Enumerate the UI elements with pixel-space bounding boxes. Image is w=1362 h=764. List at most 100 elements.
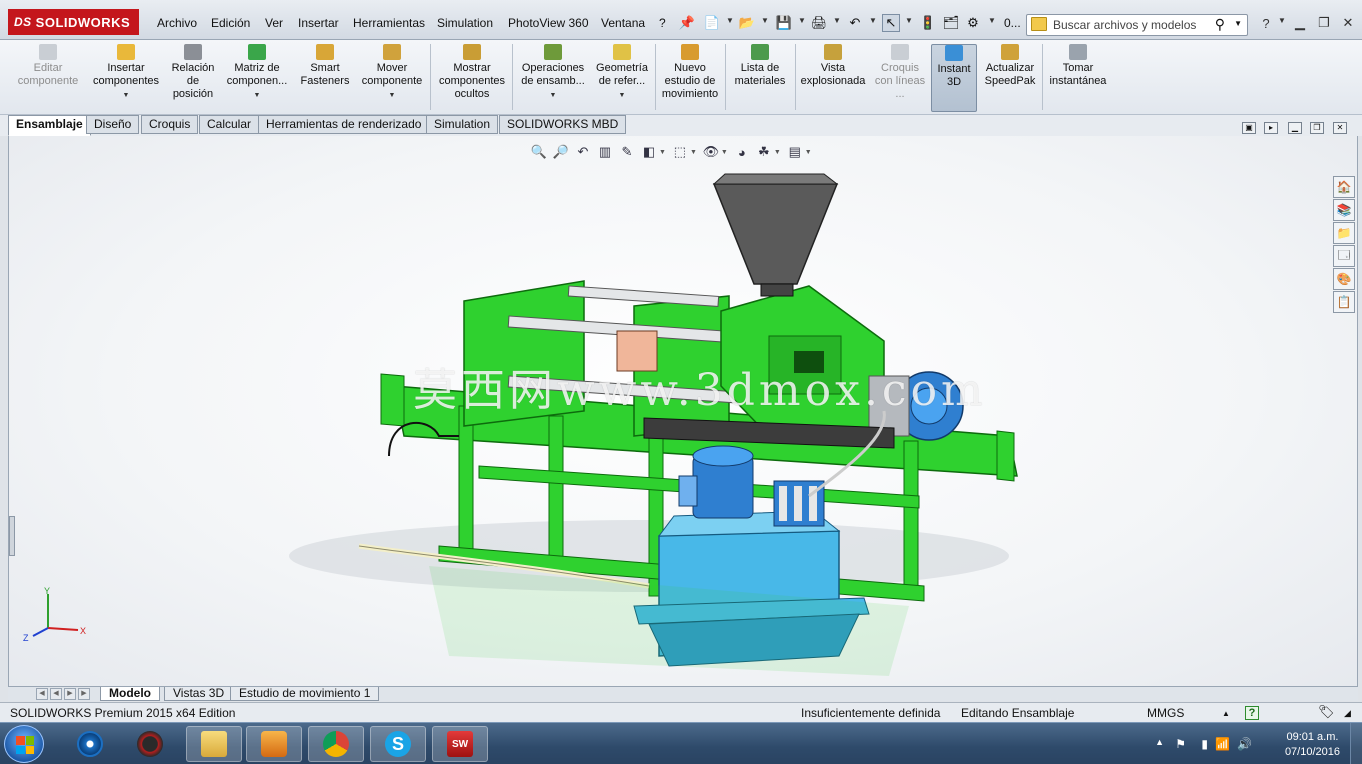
network-warning-icon[interactable]: ⚑ [1175,737,1186,751]
view-settings-icon[interactable]: ▤ [787,144,803,160]
options-icon[interactable]: ⚙ [964,14,982,32]
tab-calcular[interactable]: Calcular [199,115,260,134]
tab-modelo[interactable]: Modelo [100,687,160,701]
print-caret[interactable]: ▼ [833,16,841,25]
tab-simulation[interactable]: Simulation [426,115,499,134]
open-folder-icon[interactable]: 📂 [738,14,756,32]
menu-archivo[interactable]: Archivo [157,16,197,34]
tab-croquis[interactable]: Croquis [141,115,199,134]
new-document-icon[interactable]: 📄 [703,14,721,32]
injection-machine-model[interactable] [9,136,1358,686]
units-caret[interactable]: ▲ [1222,709,1230,718]
taskbar-ccleaner[interactable] [62,726,118,762]
featuremanager-expand-handle[interactable] [9,516,15,556]
menu-ventana[interactable]: Ventana [601,16,645,34]
reference-geometry-caret[interactable]: ▼ [619,89,626,102]
view-palette-icon[interactable]: 🗔 [1333,245,1355,267]
first-tab-arrow-icon[interactable]: ◀ [36,688,48,700]
wifi-signal-icon[interactable]: 📶 [1215,737,1230,751]
view-orientation-icon[interactable]: ◧ [641,144,657,160]
menu-simulation[interactable]: Simulation [437,16,493,34]
doc-minimize-icon[interactable]: ▁ [1288,122,1302,134]
zoom-to-area-icon[interactable]: 🔎 [553,144,569,160]
tile-view-icon[interactable]: ▣ [1242,122,1256,134]
instant-3d-button[interactable]: Instant 3D [931,44,977,112]
taskbar-chrome[interactable] [308,726,364,762]
tab-vistas-3d[interactable]: Vistas 3D [164,687,234,701]
tab-diseno[interactable]: Diseño [86,115,140,134]
edit-appearance-icon[interactable]: ◕ [734,144,750,160]
minimize-icon[interactable]: ▁ [1290,14,1310,32]
exploded-view-button[interactable]: Vista explosionada [797,44,869,112]
help-caret[interactable]: ▼ [1278,16,1286,25]
menu-insertar[interactable]: Insertar [298,16,339,34]
component-pattern-caret[interactable]: ▼ [254,89,261,102]
view-orientation-caret[interactable]: ▼ [659,149,666,156]
undo-caret[interactable]: ▼ [869,16,877,25]
print-icon[interactable]: 🖨 [810,14,828,32]
file-properties-icon[interactable]: 🗂 [942,14,960,32]
assembly-features-caret[interactable]: ▼ [550,89,557,102]
doc-restore-icon[interactable]: ❐ [1310,122,1324,134]
bill-of-materials-button[interactable]: Lista de materiales [728,44,792,112]
tab-solidworks-mbd[interactable]: SOLIDWORKS MBD [499,115,627,134]
taskbar-solidworks[interactable]: SW [432,726,488,762]
custom-properties-icon[interactable]: 📋 [1333,291,1355,313]
menu-photoview[interactable]: PhotoView 360 [508,16,589,34]
apply-scene-icon[interactable]: ☘ [756,144,772,160]
smart-fasteners-button[interactable]: Smart Fasteners [296,44,354,112]
update-speedpak-button[interactable]: Actualizar SpeedPak [980,44,1040,112]
doc-close-icon[interactable]: ✕ [1333,122,1347,134]
menu-help[interactable]: ? [659,16,666,34]
apply-scene-caret[interactable]: ▼ [774,149,781,156]
design-library-icon[interactable]: 📚 [1333,199,1355,221]
select-pointer-icon[interactable]: ↖ [882,14,900,32]
display-style-icon[interactable]: ⬚ [672,144,688,160]
customize-status-icon[interactable]: 🏷 [1318,704,1335,720]
graphics-area[interactable]: 莫西网www.3dmox.com 🔍 🔎 ↶ ▥ ✎ ◧ ▼ ⬚ ▼ 👁 ▼ ◕… [8,136,1358,686]
close-icon[interactable]: ✕ [1338,14,1358,32]
restore-icon[interactable]: ❐ [1314,14,1334,32]
options-caret[interactable]: ▼ [988,16,996,25]
section-view-icon[interactable]: ▥ [597,144,613,160]
battery-icon[interactable]: ▮ [1201,737,1208,751]
component-pattern-button[interactable]: Matriz de componen... ▼ [222,44,292,112]
next-tab-arrow-icon[interactable]: ▶ [64,688,76,700]
tab-ensamblaje[interactable]: Ensamblaje [8,115,91,136]
search-options-caret[interactable]: ▼ [1234,19,1242,28]
quick-access-overflow[interactable]: 0... [1004,16,1021,34]
file-explorer-icon[interactable]: 📁 [1333,222,1355,244]
dynamic-annotation-icon[interactable]: ✎ [619,144,635,160]
pin-icon[interactable]: 📌 [678,14,696,32]
rebuild-traffic-light-icon[interactable]: 🚦 [919,14,937,32]
menu-ver[interactable]: Ver [265,16,283,34]
start-button[interactable] [4,725,44,763]
insert-components-caret[interactable]: ▼ [123,89,130,102]
save-icon[interactable]: 💾 [775,14,793,32]
tab-herramientas-renderizado[interactable]: Herramientas de renderizado [258,115,430,134]
show-hidden-components-button[interactable]: Mostrar componentes ocultos [434,44,510,112]
taskbar-cad-app[interactable] [122,726,178,762]
hide-show-caret[interactable]: ▼ [721,149,728,156]
last-tab-arrow-icon[interactable]: ▶ [78,688,90,700]
taskbar-media-player[interactable] [246,726,302,762]
show-hidden-icons-icon[interactable]: ▲ [1155,737,1164,747]
display-style-caret[interactable]: ▼ [690,149,697,156]
take-snapshot-button[interactable]: Tomar instantánea [1045,44,1111,112]
hide-show-items-icon[interactable]: 👁 [703,144,720,160]
assembly-features-button[interactable]: Operaciones de ensamb... ▼ [516,44,590,112]
save-caret[interactable]: ▼ [798,16,806,25]
undo-icon[interactable]: ↶ [846,14,864,32]
move-component-button[interactable]: Mover componente ▼ [356,44,428,112]
open-caret[interactable]: ▼ [761,16,769,25]
tab-estudio-movimiento[interactable]: Estudio de movimiento 1 [230,687,380,701]
prev-tab-arrow-icon[interactable]: ◀ [50,688,62,700]
move-component-caret[interactable]: ▼ [389,89,396,102]
quick-tips-help-icon[interactable]: ? [1245,706,1259,720]
show-desktop-button[interactable] [1350,723,1362,764]
explode-line-sketch-button[interactable]: Croquis con líneas ... [872,44,928,112]
reference-geometry-button[interactable]: Geometría de refer... ▼ [592,44,652,112]
taskbar-file-explorer[interactable] [186,726,242,762]
view-orientation-icon[interactable]: ▸ [1264,122,1278,134]
solidworks-logo[interactable]: DS SOLIDWORKS [8,9,139,35]
